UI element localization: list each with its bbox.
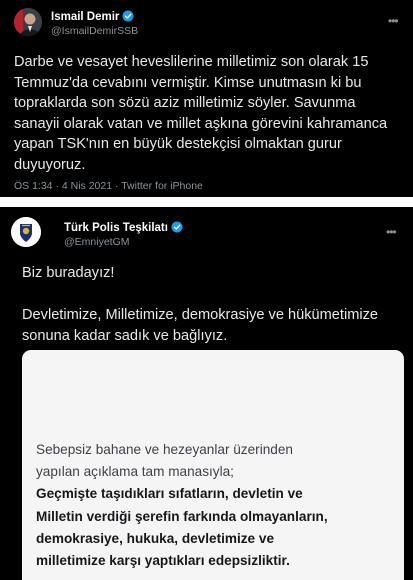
author-name[interactable]: Türk Polis Teşkilatı [64,221,183,234]
tweet-text-line: duyuyoruz. [14,156,86,173]
verified-badge-icon [171,221,183,233]
tweet-text-line: yapan TSK'nın en büyük destekçisi olmakt… [14,136,342,153]
tweet-meta[interactable]: ÖS 1:34 · 4 Nis 2021 · Twitter for iPhon… [14,180,203,192]
tweet-text-line: Temmuz'da cevabını vermiştir. Kimse unut… [14,74,362,91]
more-options-icon[interactable]: ••• [388,14,399,28]
attached-image-card[interactable]: Sebepsiz bahane ve hezeyanlar üzerinden … [22,350,404,580]
author-handle[interactable]: @IsmailDemirSSB [51,25,138,37]
tweet-text: Devletimize, Milletimize, demokrasiye ve… [22,305,378,346]
tweet-text-line: sonuna kadar sadık ve bağlıyız. [22,327,228,344]
avatar-photo [14,8,42,36]
avatar[interactable] [11,217,41,247]
author-name-text: Türk Polis Teşkilatı [64,222,168,234]
tweet-text-line: Devletimize, Milletimize, demokrasiye ve… [22,307,379,323]
statement-line: demokrasiye, hukuka, devletimize ve [36,530,275,546]
tweet-text-line: sanayii olarak vatan ve millet aşkına gö… [14,115,388,132]
statement-line: milletimize karşı yaptıkları edepsizlikt… [36,552,290,568]
police-emblem-avatar [11,217,41,247]
author-name[interactable]: Ismail Demir [51,10,134,23]
verified-badge-icon [122,10,134,22]
tweet-text-line1: Biz buradayız! [22,265,115,281]
statement-text: Sebepsiz bahane ve hezeyanlar üzerinden … [36,439,328,572]
author-handle[interactable]: @EmniyetGM [64,236,130,248]
statement-line: Geçmişte taşıdıkları sıfatların, devleti… [36,486,303,502]
statement-line: yapılan açıklama tam manasıyla; [36,464,234,480]
tweet-text-line: topraklarda son sözü aziz milletimiz söy… [14,95,356,112]
tweet-text: Darbe ve vesayet heveslilerine milletimi… [14,52,387,176]
statement-line: Sebepsiz bahane ve hezeyanlar üzerinden [36,442,293,457]
avatar[interactable] [14,8,42,36]
statement-line: Milletin verdiği şerefin farkında olmaya… [36,508,328,524]
tweet-text-line: Darbe ve vesayet heveslilerine milletimi… [14,54,369,70]
tweet-turk-polis[interactable]: Türk Polis Teşkilatı @EmniyetGM ••• Biz … [0,207,413,580]
more-options-icon[interactable]: ••• [386,225,397,239]
tweet-ismail-demir[interactable]: Ismail Demir @IsmailDemirSSB ••• Darbe v… [0,0,413,197]
author-name-text: Ismail Demir [51,11,120,23]
